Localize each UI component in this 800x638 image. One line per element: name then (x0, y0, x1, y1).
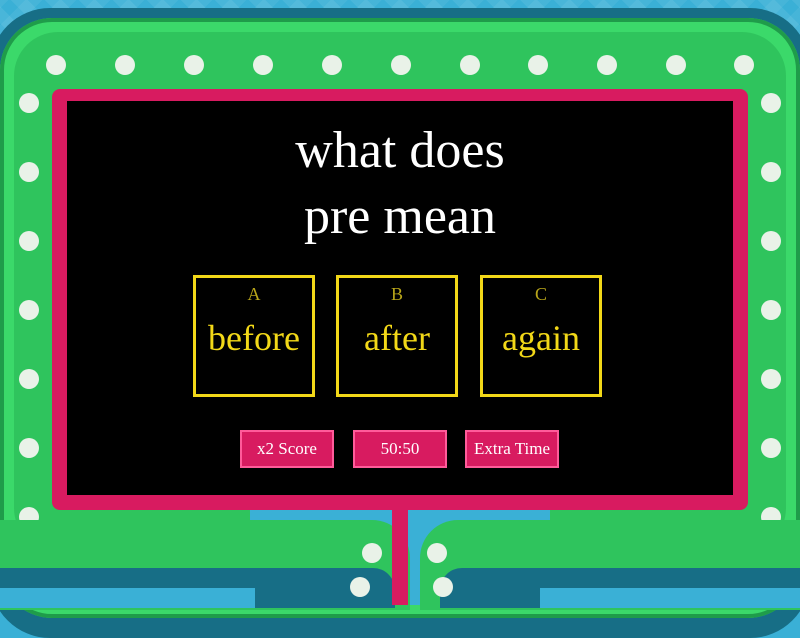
marquee-light (433, 577, 453, 597)
marquee-light (46, 55, 66, 75)
marquee-light (666, 55, 686, 75)
marquee-light (19, 369, 39, 389)
marquee-light (761, 162, 781, 182)
double-score-button[interactable]: x2 Score (240, 430, 334, 468)
stand-pole (392, 495, 408, 605)
stand-right-floor (540, 588, 800, 608)
marquee-light (184, 55, 204, 75)
answer-letter: C (534, 284, 547, 304)
marquee-light (761, 93, 781, 113)
marquee-light (322, 55, 342, 75)
marquee-light (115, 55, 135, 75)
question-line-1: what does (295, 122, 505, 179)
marquee-light (350, 577, 370, 597)
marquee-light (362, 543, 382, 563)
question-line-2: pre mean (303, 188, 496, 245)
marquee-light (597, 55, 617, 75)
marquee-light (253, 55, 273, 75)
marquee-light (19, 438, 39, 458)
marquee-light (19, 93, 39, 113)
question-text: what does pre mean (67, 118, 733, 250)
stand-left-floor (0, 588, 255, 608)
marquee-light (19, 300, 39, 320)
marquee-light (460, 55, 480, 75)
answer-option-b[interactable]: B after (336, 275, 458, 397)
marquee-light (761, 438, 781, 458)
marquee-light (19, 162, 39, 182)
answer-letter: A (247, 284, 261, 304)
marquee-light (761, 369, 781, 389)
answer-text: before (208, 318, 300, 358)
marquee-light (761, 300, 781, 320)
marquee-light (391, 55, 411, 75)
fifty-fifty-button[interactable]: 50:50 (353, 430, 447, 468)
answer-option-a[interactable]: A before (193, 275, 315, 397)
marquee-light (734, 55, 754, 75)
marquee-light (761, 231, 781, 251)
marquee-light (19, 231, 39, 251)
answer-text: after (364, 318, 430, 358)
answer-option-c[interactable]: C again (480, 275, 602, 397)
answer-text: again (502, 318, 580, 358)
extra-time-button[interactable]: Extra Time (465, 430, 559, 468)
marquee-light (427, 543, 447, 563)
marquee-light (528, 55, 548, 75)
answer-letter: B (390, 284, 403, 304)
